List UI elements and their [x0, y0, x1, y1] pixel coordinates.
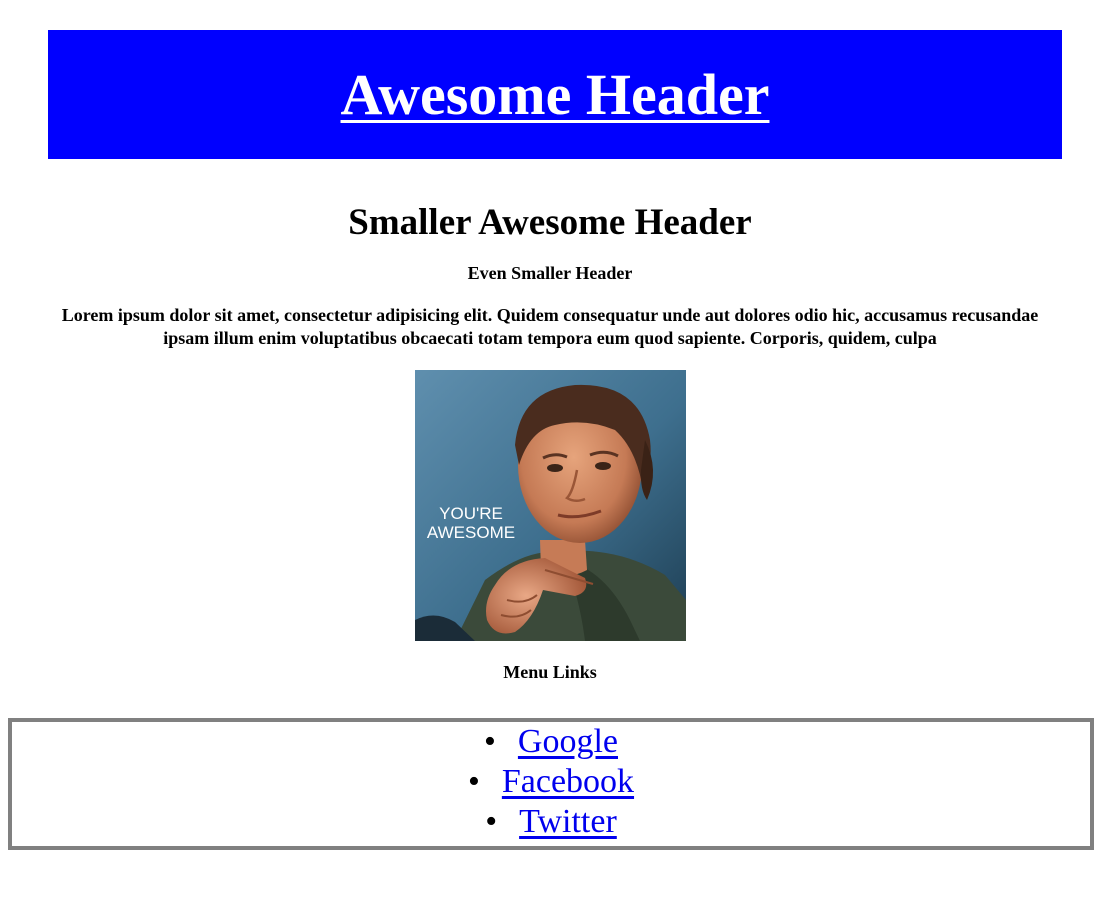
- subheading: Smaller Awesome Header: [348, 202, 752, 243]
- menu-list: • Google • Facebook • Twitter: [12, 722, 1090, 842]
- bullet-icon: •: [484, 723, 496, 760]
- image-caption: YOU'RE AWESOME: [427, 504, 515, 542]
- header-banner: Awesome Header: [48, 30, 1062, 159]
- google-link[interactable]: Google: [518, 723, 618, 760]
- body-paragraph: Lorem ipsum dolor sit amet, consectetur …: [61, 305, 1039, 348]
- small-heading: Even Smaller Header: [467, 263, 633, 283]
- bullet-icon: •: [467, 763, 480, 800]
- menu-item-facebook: • Facebook: [12, 762, 1090, 802]
- page: Awesome Header Smaller Awesome Header Ev…: [0, 0, 1100, 923]
- menu-item-google: • Google: [12, 722, 1090, 762]
- menu-box: • Google • Facebook • Twitter: [8, 718, 1094, 850]
- menu-title: Menu Links: [503, 662, 597, 682]
- header-title-link[interactable]: Awesome Header: [341, 62, 770, 128]
- twitter-link[interactable]: Twitter: [519, 803, 617, 840]
- menu-item-twitter: • Twitter: [12, 802, 1090, 842]
- facebook-link[interactable]: Facebook: [502, 763, 634, 800]
- bullet-icon: •: [485, 803, 498, 840]
- awesome-photo: YOU'RE AWESOME: [415, 370, 686, 641]
